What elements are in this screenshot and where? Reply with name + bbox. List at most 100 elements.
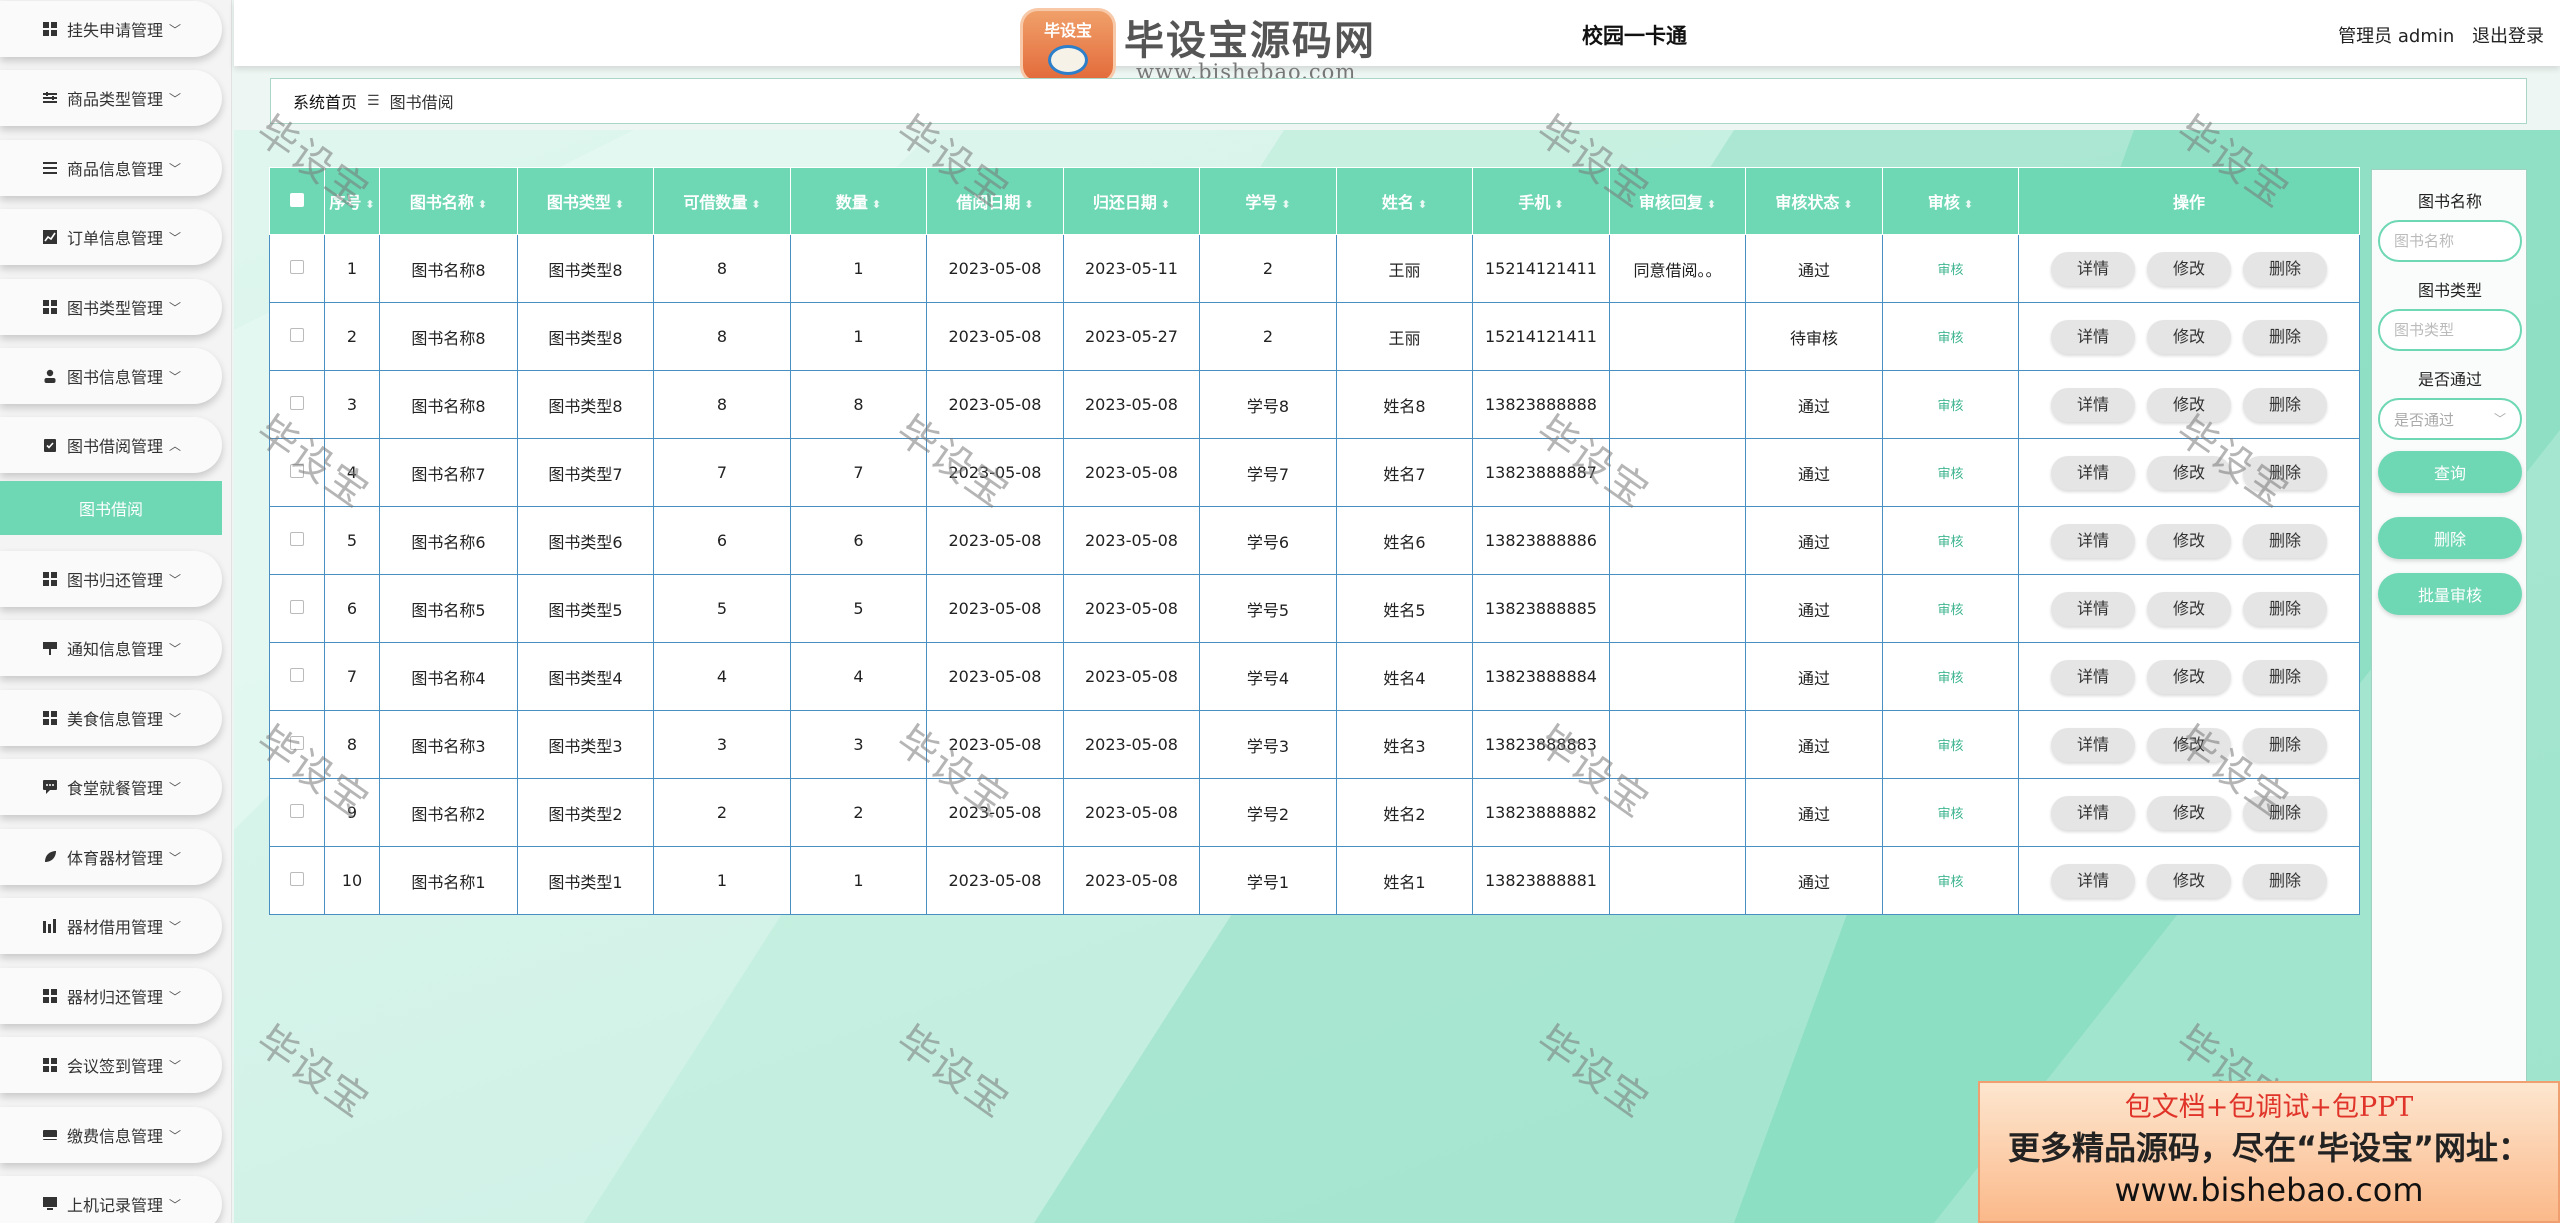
sort-icon[interactable]: ⬍ <box>1418 198 1427 211</box>
select-all-checkbox[interactable] <box>290 192 304 207</box>
edit-button[interactable]: 修改 <box>2147 727 2231 762</box>
book-type-field[interactable] <box>2378 309 2522 351</box>
row-checkbox[interactable] <box>290 464 304 478</box>
row-checkbox[interactable] <box>290 872 304 886</box>
promo-banner[interactable]: 包文档+包调试+包PPT 更多精品源码，尽在“毕设宝”网址： www.bishe… <box>1978 1081 2560 1223</box>
sort-icon[interactable]: ⬍ <box>751 198 760 211</box>
column-header[interactable]: 借阅日期 ⬍ <box>926 167 1064 235</box>
sort-icon[interactable]: ⬍ <box>872 198 881 211</box>
detail-button[interactable]: 详情 <box>2051 387 2135 422</box>
sidebar-item[interactable]: 器材借用管理 ﹀ <box>0 898 222 954</box>
sort-icon[interactable]: ⬍ <box>1964 198 1973 211</box>
edit-button[interactable]: 修改 <box>2147 251 2231 286</box>
row-checkbox[interactable] <box>290 532 304 546</box>
edit-button[interactable]: 修改 <box>2147 795 2231 830</box>
sidebar-item[interactable]: 图书归还管理 ﹀ <box>0 551 222 607</box>
row-checkbox[interactable] <box>290 600 304 614</box>
edit-button[interactable]: 修改 <box>2147 319 2231 354</box>
edit-button[interactable]: 修改 <box>2147 863 2231 898</box>
sidebar-item[interactable]: 挂失申请管理 ﹀ <box>0 1 222 57</box>
row-checkbox[interactable] <box>290 396 304 410</box>
delete-row-button[interactable]: 删除 <box>2243 795 2327 830</box>
edit-button[interactable]: 修改 <box>2147 455 2231 490</box>
sort-icon[interactable]: ⬍ <box>1707 198 1716 211</box>
batch-audit-button[interactable]: 批量审核 <box>2378 573 2522 615</box>
sidebar-item[interactable]: 体育器材管理 ﹀ <box>0 829 222 885</box>
audit-link[interactable]: 审核 <box>1882 642 2019 711</box>
detail-button[interactable]: 详情 <box>2051 591 2135 626</box>
column-header[interactable]: 审核 ⬍ <box>1882 167 2019 235</box>
sort-icon[interactable]: ⬍ <box>1161 198 1170 211</box>
sidebar-subitem-book-borrow[interactable]: 图书借阅 <box>0 481 222 535</box>
sort-icon[interactable]: ⬍ <box>615 198 624 211</box>
breadcrumb-home[interactable]: 系统首页 <box>293 89 357 113</box>
column-header[interactable]: 手机 ⬍ <box>1472 167 1610 235</box>
delete-row-button[interactable]: 删除 <box>2243 387 2327 422</box>
column-header[interactable]: 学号 ⬍ <box>1199 167 1337 235</box>
detail-button[interactable]: 详情 <box>2051 523 2135 558</box>
column-header[interactable]: 归还日期 ⬍ <box>1063 167 1200 235</box>
sort-icon[interactable]: ⬍ <box>1554 198 1563 211</box>
detail-button[interactable]: 详情 <box>2051 863 2135 898</box>
detail-button[interactable]: 详情 <box>2051 455 2135 490</box>
sort-icon[interactable]: ⬍ <box>365 198 374 211</box>
row-checkbox[interactable] <box>290 260 304 274</box>
book-type-input[interactable] <box>2394 321 2504 339</box>
row-checkbox[interactable] <box>290 804 304 818</box>
audit-link[interactable]: 审核 <box>1882 234 2019 303</box>
sidebar-item[interactable]: 美食信息管理 ﹀ <box>0 690 222 746</box>
sidebar-item[interactable]: 会议签到管理 ﹀ <box>0 1037 222 1093</box>
sidebar-item[interactable]: 上机记录管理 ﹀ <box>0 1176 222 1223</box>
sidebar-item[interactable]: 食堂就餐管理 ﹀ <box>0 759 222 815</box>
row-checkbox[interactable] <box>290 736 304 750</box>
passed-select[interactable]: 是否通过 ﹀ <box>2378 398 2522 440</box>
row-checkbox[interactable] <box>290 668 304 682</box>
audit-link[interactable]: 审核 <box>1882 846 2019 915</box>
sidebar-item[interactable]: 商品信息管理 ﹀ <box>0 140 222 196</box>
audit-link[interactable]: 审核 <box>1882 370 2019 439</box>
sidebar-item[interactable]: 器材归还管理 ﹀ <box>0 968 222 1024</box>
sort-icon[interactable]: ⬍ <box>1843 198 1852 211</box>
column-header[interactable]: 序号 ⬍ <box>324 167 380 235</box>
sidebar-item[interactable]: 缴费信息管理 ﹀ <box>0 1107 222 1163</box>
edit-button[interactable]: 修改 <box>2147 523 2231 558</box>
delete-row-button[interactable]: 删除 <box>2243 251 2327 286</box>
sidebar-item[interactable]: 商品类型管理 ﹀ <box>0 70 222 126</box>
column-header[interactable]: 图书名称 ⬍ <box>379 167 518 235</box>
sort-icon[interactable]: ⬍ <box>1024 198 1033 211</box>
sidebar-item[interactable]: 图书借阅管理 ︿ <box>0 417 222 473</box>
query-button[interactable]: 查询 <box>2378 451 2522 493</box>
sidebar-item[interactable]: 订单信息管理 ﹀ <box>0 209 222 265</box>
delete-row-button[interactable]: 删除 <box>2243 591 2327 626</box>
audit-link[interactable]: 审核 <box>1882 302 2019 371</box>
audit-link[interactable]: 审核 <box>1882 438 2019 507</box>
delete-row-button[interactable]: 删除 <box>2243 455 2327 490</box>
sidebar-item[interactable]: 图书信息管理 ﹀ <box>0 348 222 404</box>
book-name-field[interactable] <box>2378 220 2522 262</box>
audit-link[interactable]: 审核 <box>1882 506 2019 575</box>
delete-row-button[interactable]: 删除 <box>2243 523 2327 558</box>
edit-button[interactable]: 修改 <box>2147 387 2231 422</box>
audit-link[interactable]: 审核 <box>1882 574 2019 643</box>
column-header[interactable]: 审核回复 ⬍ <box>1609 167 1746 235</box>
detail-button[interactable]: 详情 <box>2051 319 2135 354</box>
audit-link[interactable]: 审核 <box>1882 710 2019 779</box>
audit-link[interactable]: 审核 <box>1882 778 2019 847</box>
row-checkbox[interactable] <box>290 328 304 342</box>
logout-link[interactable]: 退出登录 <box>2472 26 2544 47</box>
delete-button[interactable]: 删除 <box>2378 517 2522 559</box>
detail-button[interactable]: 详情 <box>2051 727 2135 762</box>
column-header[interactable]: 图书类型 ⬍ <box>517 167 654 235</box>
sidebar-item[interactable]: 通知信息管理 ﹀ <box>0 620 222 676</box>
edit-button[interactable]: 修改 <box>2147 659 2231 694</box>
detail-button[interactable]: 详情 <box>2051 795 2135 830</box>
column-header[interactable]: 审核状态 ⬍ <box>1745 167 1883 235</box>
column-header[interactable]: 数量 ⬍ <box>790 167 927 235</box>
sort-icon[interactable]: ⬍ <box>1281 198 1290 211</box>
delete-row-button[interactable]: 删除 <box>2243 319 2327 354</box>
book-name-input[interactable] <box>2394 232 2504 250</box>
column-header[interactable]: 姓名 ⬍ <box>1336 167 1473 235</box>
edit-button[interactable]: 修改 <box>2147 591 2231 626</box>
detail-button[interactable]: 详情 <box>2051 659 2135 694</box>
delete-row-button[interactable]: 删除 <box>2243 863 2327 898</box>
